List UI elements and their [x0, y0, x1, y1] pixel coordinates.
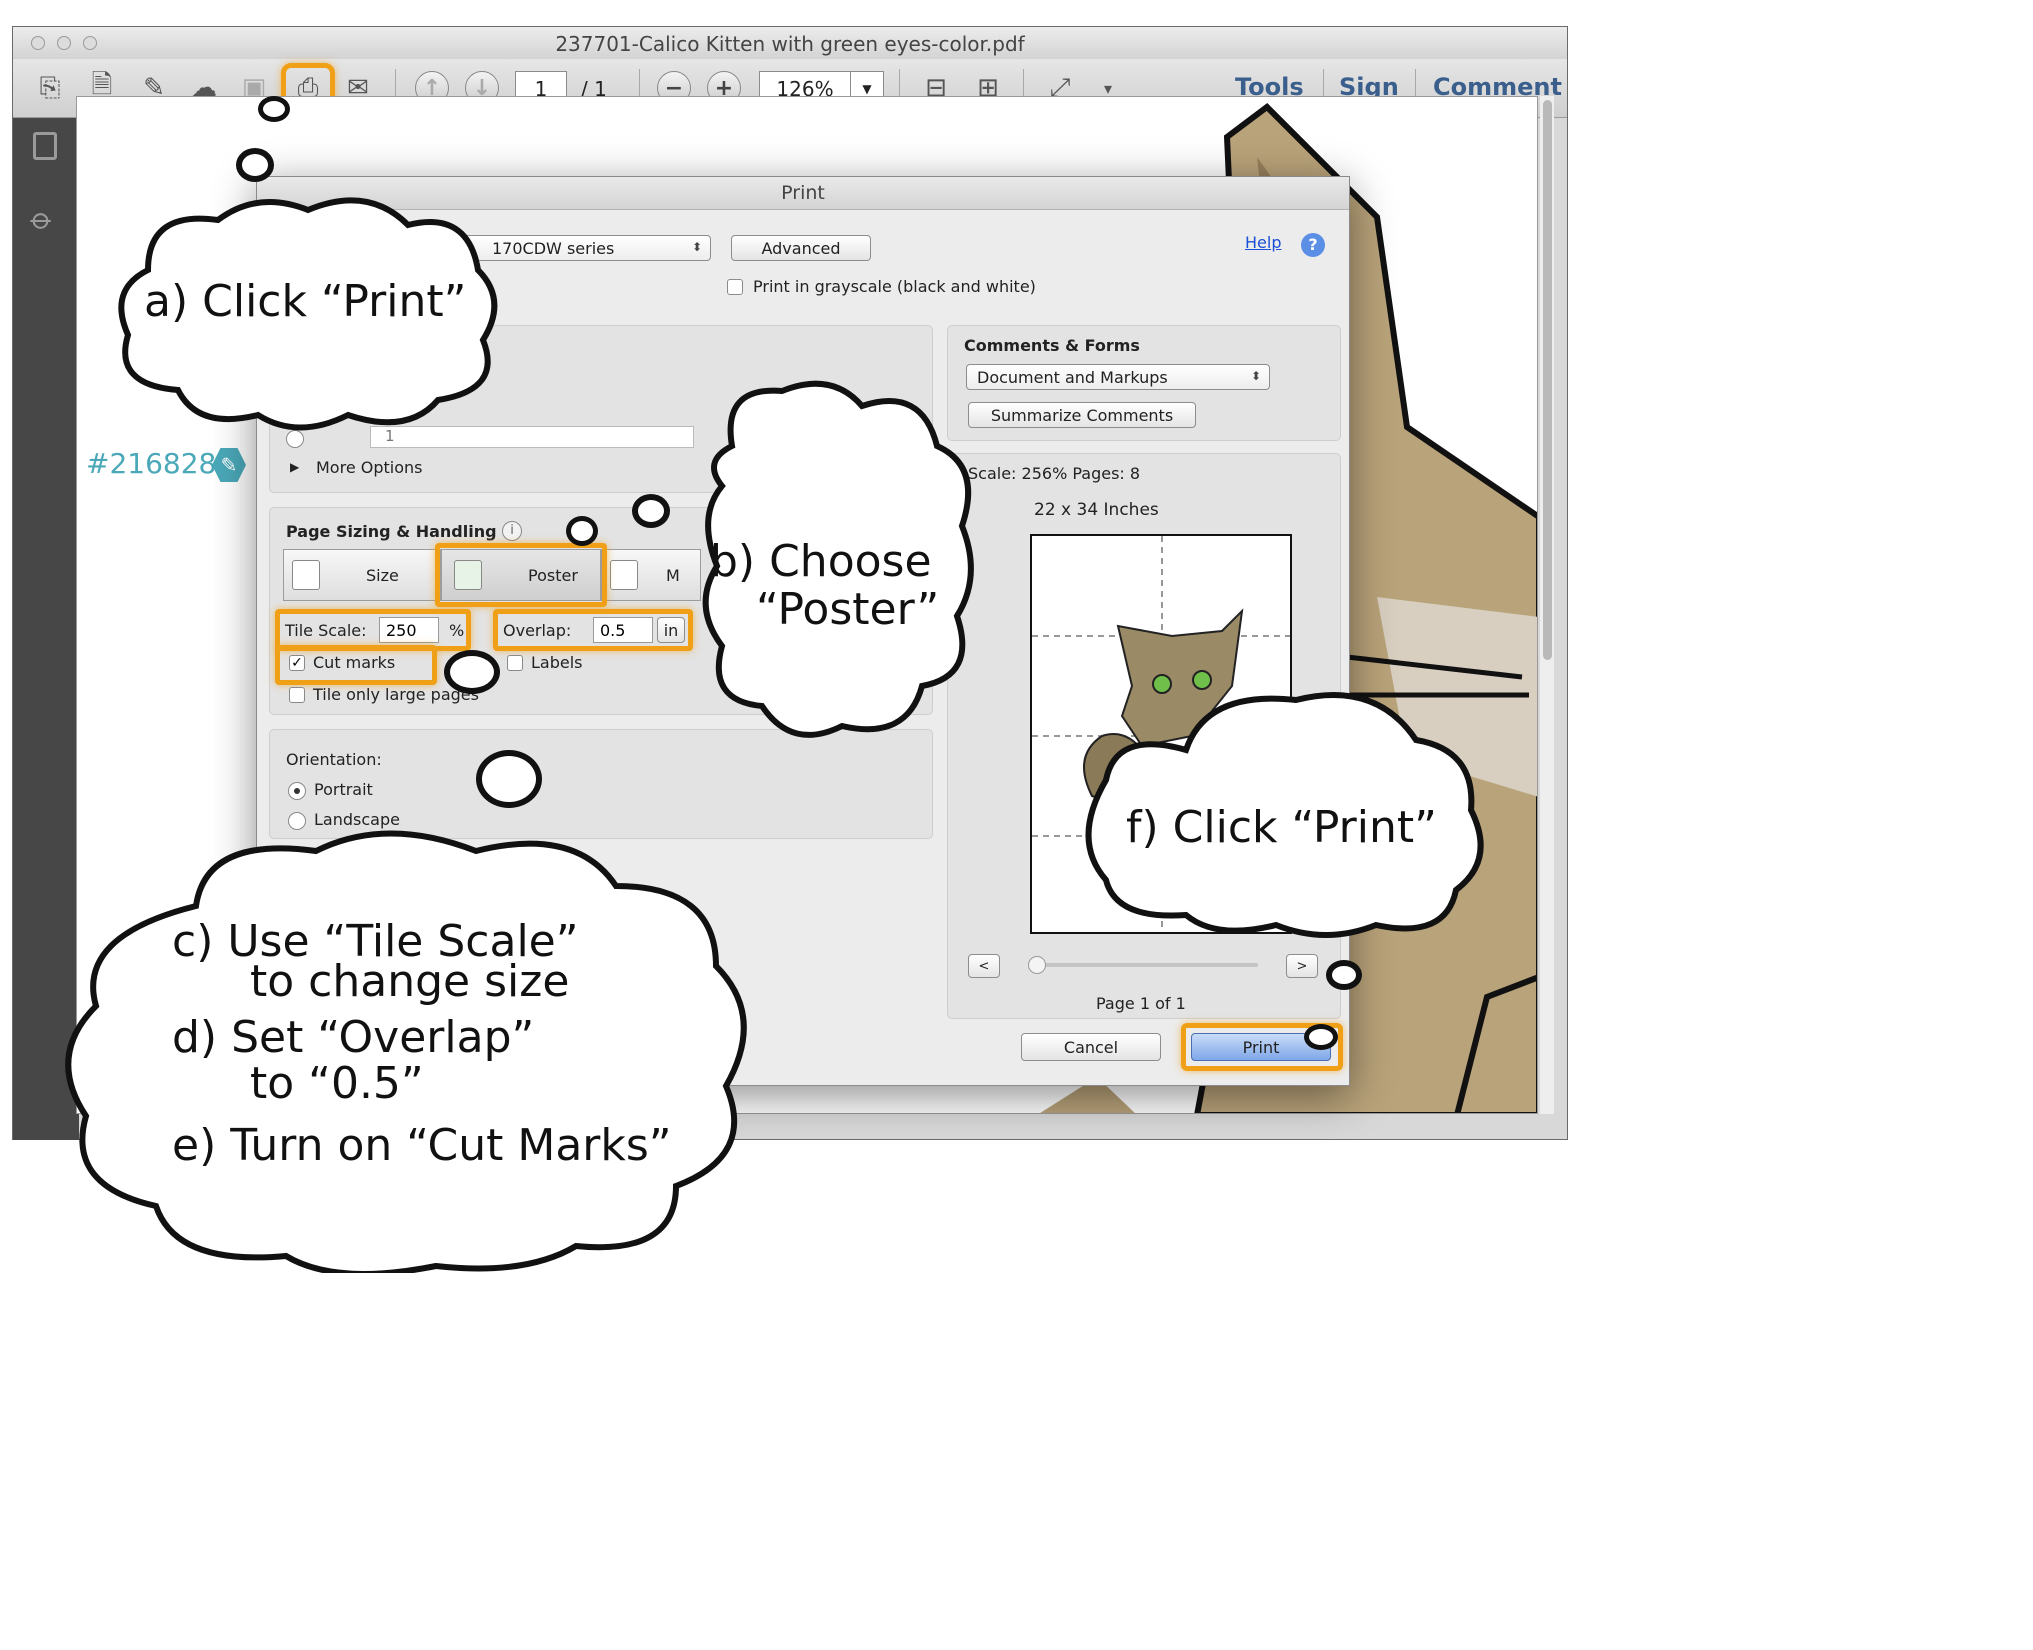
callout-cde-bubble	[476, 750, 542, 808]
scale-info: Scale: 256% Pages: 8	[968, 464, 1141, 483]
callout-a: a) Click “Print”	[108, 190, 508, 440]
callout-f-bubble	[1326, 960, 1362, 990]
callout-d-text-line2: to “0.5”	[250, 1058, 424, 1109]
page-sizing-title: Page Sizing & Handling	[286, 522, 497, 541]
labels-label: Labels	[531, 653, 583, 672]
select-arrows-icon: ⬍	[691, 240, 702, 254]
tab-multiple-label: M	[666, 565, 680, 585]
callout-a-bubble	[258, 96, 290, 122]
callout-a-bubble	[236, 148, 274, 182]
callout-f-text: f) Click “Print”	[1126, 802, 1437, 853]
tile-only-checkbox[interactable]	[289, 687, 305, 703]
scrollbar-thumb[interactable]	[1543, 100, 1552, 660]
callout-f: f) Click “Print”	[1076, 690, 1496, 940]
page-slider-track[interactable]	[1038, 963, 1258, 967]
attachments-icon[interactable]: ⌀	[23, 201, 61, 239]
callout-b-text-line2: “Poster”	[756, 584, 940, 635]
page-slider-thumb[interactable]	[1028, 956, 1046, 974]
watermark-text: #216828	[86, 447, 217, 480]
tab-size[interactable]: Size	[283, 549, 441, 601]
orientation-label: Orientation:	[286, 750, 382, 769]
callout-b-bubble	[632, 494, 670, 528]
help-link[interactable]: Help	[1245, 233, 1281, 252]
callout-e-text: e) Turn on “Cut Marks”	[172, 1120, 672, 1171]
page-of-label: Page 1 of 1	[1096, 994, 1186, 1013]
callout-b-bubble	[566, 516, 598, 546]
printer-name: 170CDW series	[492, 238, 615, 258]
summarize-comments-button[interactable]: Summarize Comments	[968, 402, 1196, 428]
comments-select-value: Document and Markups	[977, 367, 1168, 387]
title-bar: 237701-Calico Kitten with green eyes-col…	[13, 27, 1567, 60]
callout-d-text-line1: d) Set “Overlap”	[172, 1012, 535, 1063]
callout-c-text-line2: to change size	[250, 956, 570, 1007]
more-options-label[interactable]: More Options	[316, 458, 422, 477]
callout-b: b) Choose “Poster”	[692, 376, 982, 750]
portrait-radio[interactable]	[288, 782, 306, 800]
grayscale-checkbox[interactable]	[727, 279, 743, 295]
create-pdf-icon[interactable]: ⎘	[31, 69, 69, 107]
select-arrows-icon: ⬍	[1250, 369, 1261, 383]
multiple-icon	[610, 560, 638, 590]
size-icon	[292, 560, 320, 590]
window-title: 237701-Calico Kitten with green eyes-col…	[555, 32, 1025, 56]
callout-cde-bubble	[444, 650, 500, 694]
overlap-highlight	[493, 609, 693, 651]
callout-cde: c) Use “Tile Scale” to change size d) Se…	[56, 826, 756, 1273]
portrait-label: Portrait	[314, 780, 373, 799]
callout-b-text-line1: b) Choose	[710, 536, 932, 587]
comments-forms-panel: Comments & Forms Document and Markups ⬍ S…	[947, 325, 1341, 441]
cut-marks-highlight	[275, 645, 437, 685]
help-icon[interactable]: ?	[1301, 233, 1325, 257]
advanced-button[interactable]: Advanced	[731, 235, 871, 261]
callout-a-text: a) Click “Print”	[144, 276, 467, 327]
labels-checkbox[interactable]	[507, 655, 523, 671]
callout-f-bubble	[1304, 1024, 1338, 1050]
poster-highlight	[435, 543, 607, 607]
disclosure-triangle-icon[interactable]: ▶	[290, 460, 299, 474]
grayscale-label: Print in grayscale (black and white)	[753, 277, 1036, 296]
paper-size: 22 x 34 Inches	[1034, 500, 1159, 520]
prev-page-button[interactable]: <	[968, 954, 1000, 978]
comments-select[interactable]: Document and Markups ⬍	[966, 364, 1270, 390]
info-icon[interactable]: i	[502, 521, 522, 541]
comments-forms-title: Comments & Forms	[964, 336, 1140, 355]
tab-multiple[interactable]: M	[601, 549, 701, 601]
page-thumbnails-icon[interactable]	[33, 132, 57, 160]
next-page-button[interactable]: >	[1286, 954, 1318, 978]
cancel-button[interactable]: Cancel	[1021, 1033, 1161, 1061]
tab-size-label: Size	[366, 565, 399, 585]
